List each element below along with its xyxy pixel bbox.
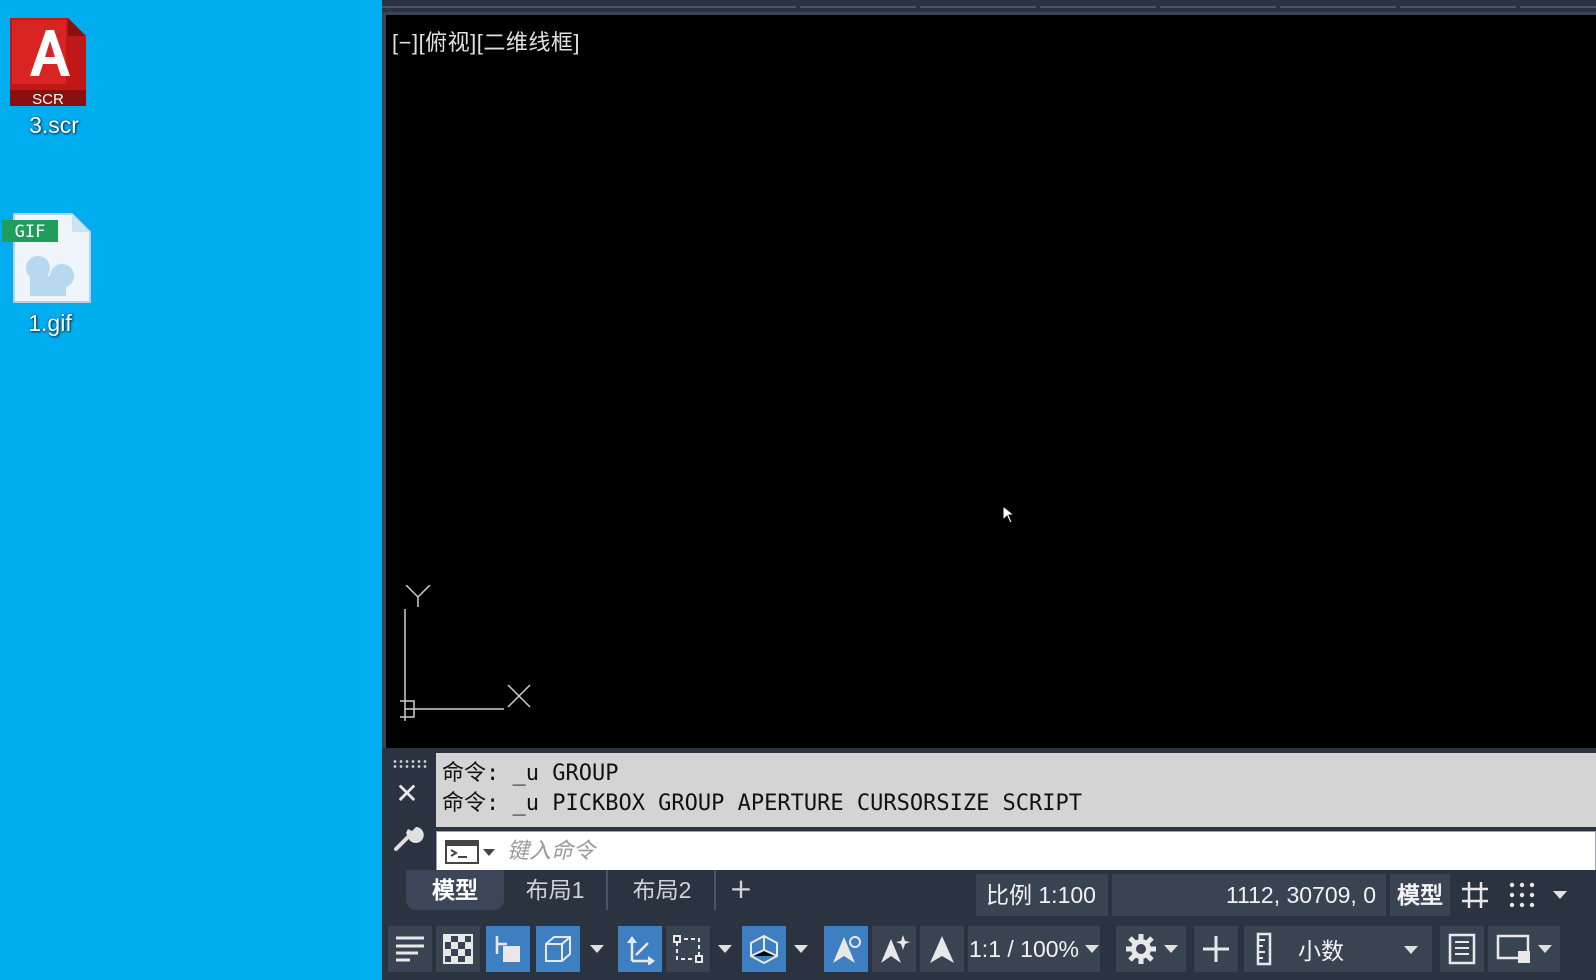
top-tab-segment[interactable]: [920, 0, 1036, 8]
command-input[interactable]: [507, 834, 1587, 868]
gif-image-icon: GIF: [2, 210, 94, 306]
command-history-line: 命令: _u GROUP: [442, 761, 619, 786]
mouse-cursor-icon: [1002, 505, 1016, 524]
drag-grip-handle[interactable]: [392, 759, 428, 769]
command-history: 命令: _u GROUP 命令: _u PICKBOX GROUP APERTU…: [436, 753, 1596, 827]
annotation-scale-dropdown[interactable]: 1:1 / 100%: [968, 926, 1100, 972]
add-layout-button[interactable]: +: [724, 870, 758, 910]
scr-badge: SCR: [32, 91, 64, 108]
transparency-icon[interactable]: [436, 926, 480, 972]
command-history-line: 命令: _u PICKBOX GROUP APERTURE CURSORSIZE…: [442, 791, 1083, 816]
chevron-down-icon[interactable]: [788, 926, 814, 972]
command-line-sidebar: ✕: [382, 751, 432, 870]
selection-filter-icon[interactable]: [666, 926, 710, 972]
chevron-down-icon: [1538, 945, 1552, 953]
desktop: SCR 3.scr GIF 1.gif: [0, 0, 382, 980]
workspace-switching-button[interactable]: [1116, 926, 1186, 972]
top-tab-segment[interactable]: [800, 0, 916, 8]
quick-properties-icon[interactable]: [1440, 926, 1484, 972]
top-tab-segment[interactable]: [1280, 0, 1396, 8]
chevron-down-icon[interactable]: [584, 926, 610, 972]
viewport-tab-strip: [382, 0, 1596, 12]
tab-layout1[interactable]: 布局1: [504, 870, 608, 910]
top-tab-segment[interactable]: [1400, 0, 1516, 8]
gizmo-icon[interactable]: [742, 926, 786, 972]
layout-tabs-row: 模型 布局1 布局2 + 比例 1:100 1112, 30709, 0 模型: [382, 870, 1596, 943]
chevron-down-icon: [1164, 945, 1178, 953]
viewport-controls-label[interactable]: [−][俯视][二维线框]: [392, 25, 580, 57]
snap-mode-icon[interactable]: [1500, 874, 1544, 916]
status-toolbar: 1:1 / 100% 小数: [382, 920, 1596, 980]
gif-badge: GIF: [15, 222, 46, 242]
scale-value: 比例 1:100: [986, 882, 1096, 908]
chevron-down-icon: [1084, 945, 1099, 953]
chevron-down-icon: [1404, 946, 1418, 954]
clean-screen-icon: [1496, 934, 1530, 963]
gif-file-label: 1.gif: [28, 310, 72, 336]
top-tab-segment[interactable]: [1040, 0, 1156, 8]
gear-icon: [1126, 934, 1156, 964]
model-space-button[interactable]: 模型: [1390, 874, 1450, 916]
units-value: 小数: [1298, 938, 1344, 964]
recent-commands-button[interactable]: [445, 838, 499, 866]
dynamic-ucs-icon[interactable]: [618, 926, 662, 972]
lineweight-icon[interactable]: [388, 926, 432, 972]
top-tab-segment[interactable]: [1520, 0, 1596, 8]
drawing-viewport[interactable]: [−][俯视][二维线框]: [382, 12, 1596, 748]
coordinates-readout: 1112, 30709, 0: [1112, 874, 1386, 916]
top-tab-segment[interactable]: [382, 0, 796, 8]
autocad-window: [−][俯视][二维线框] ✕ 命令: _u GROUP 命令: _u PICK…: [382, 0, 1596, 980]
command-input-bar: [436, 831, 1596, 871]
grid-toggle-icon[interactable]: [1454, 874, 1496, 916]
clean-screen-button[interactable]: [1488, 926, 1560, 972]
selection-cycling-icon[interactable]: [486, 926, 530, 972]
viewport-scale-dropdown[interactable]: 比例 1:100: [976, 874, 1108, 943]
annotation-scale-value: 1:1 / 100%: [969, 935, 1079, 962]
chevron-down-icon[interactable]: [1546, 874, 1574, 916]
ucs-icon: [400, 585, 531, 721]
tab-model[interactable]: 模型: [406, 870, 504, 910]
customize-wrench-icon[interactable]: [390, 819, 424, 853]
ruler-icon: [1256, 932, 1272, 966]
tab-layout2[interactable]: 布局2: [610, 870, 716, 910]
annotation-scale-icon[interactable]: [920, 926, 964, 972]
autocad-script-icon: SCR: [8, 16, 88, 108]
3d-object-snap-icon[interactable]: [536, 926, 580, 972]
auto-scale-icon[interactable]: [872, 926, 916, 972]
isolate-objects-icon[interactable]: [1194, 926, 1238, 972]
chevron-down-icon[interactable]: [712, 926, 738, 972]
units-dropdown[interactable]: 小数: [1244, 926, 1432, 972]
annotation-visibility-icon[interactable]: [824, 926, 868, 972]
scr-file-label: 3.scr: [29, 112, 79, 138]
command-line-panel: ✕ 命令: _u GROUP 命令: _u PICKBOX GROUP APER…: [382, 751, 1596, 871]
top-tab-segment[interactable]: [1160, 0, 1276, 8]
desktop-icon-gif-file[interactable]: GIF 1.gif: [0, 210, 100, 337]
desktop-icon-scr-file[interactable]: SCR 3.scr: [4, 16, 104, 139]
close-command-line-icon[interactable]: ✕: [390, 777, 424, 811]
